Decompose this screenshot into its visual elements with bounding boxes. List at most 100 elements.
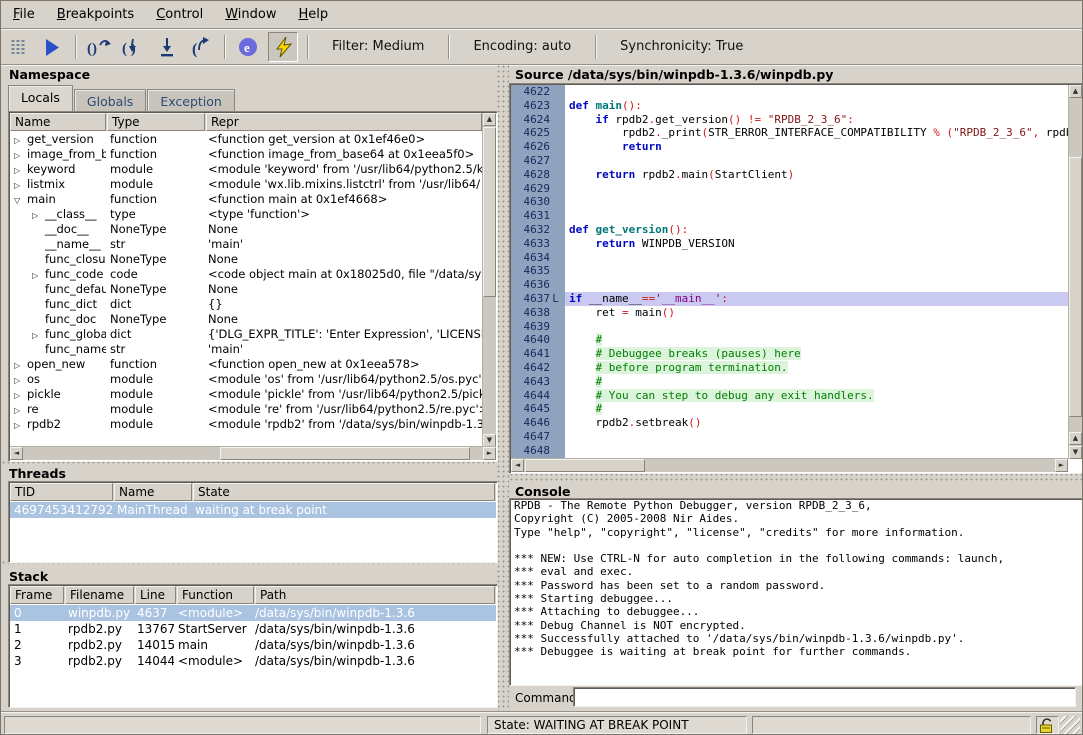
source-line[interactable]: 4630 xyxy=(511,195,1068,209)
resize-grip[interactable] xyxy=(1060,716,1080,735)
namespace-col-type[interactable]: Type xyxy=(107,113,205,131)
source-line[interactable]: 4627 xyxy=(511,154,1068,168)
source-line[interactable]: 4647 xyxy=(511,430,1068,444)
encoding-button[interactable]: e xyxy=(234,33,262,61)
scroll-thumb[interactable] xyxy=(483,127,496,297)
source-line[interactable]: 4629 xyxy=(511,182,1068,196)
namespace-row[interactable]: __name__str'main' xyxy=(10,237,482,252)
collapsed-arrow-icon[interactable]: ▷ xyxy=(32,268,45,282)
namespace-row[interactable]: ▷func_globaldict{'DLG_EXPR_TITLE': 'Ente… xyxy=(10,327,482,342)
source-line[interactable]: 4638 ret = main() xyxy=(511,306,1068,320)
namespace-row[interactable]: ▷remodule<module 're' from '/usr/lib64/p… xyxy=(10,402,482,417)
namespace-row[interactable]: ▷listmixmodule<module 'wx.lib.mixins.lis… xyxy=(10,177,482,192)
scroll-up-arrow[interactable]: ▲ xyxy=(483,113,496,126)
namespace-row[interactable]: ▽mainfunction<function main at 0x1ef4668… xyxy=(10,192,482,207)
namespace-row[interactable]: ▷rpdb2module<module 'rpdb2' from '/data/… xyxy=(10,417,482,432)
source-line[interactable]: 4635 xyxy=(511,264,1068,278)
command-input[interactable] xyxy=(573,687,1076,707)
namespace-row[interactable]: ▷picklemodule<module 'pickle' from '/usr… xyxy=(10,387,482,402)
source-line[interactable]: 4634 xyxy=(511,251,1068,265)
namespace-row[interactable]: __doc__NoneTypeNone xyxy=(10,222,482,237)
stack-col-function[interactable]: Function xyxy=(177,586,254,604)
namespace-col-name[interactable]: Name xyxy=(10,113,106,131)
collapsed-arrow-icon[interactable]: ▷ xyxy=(14,148,27,162)
scroll-left-arrow[interactable]: ◄ xyxy=(511,459,524,472)
tab-locals[interactable]: Locals xyxy=(8,85,73,111)
menu-file[interactable]: File xyxy=(3,3,45,26)
thread-row[interactable]: 46974534127920MainThreadwaiting at break… xyxy=(10,502,496,518)
tab-exception[interactable]: Exception xyxy=(147,89,235,111)
collapsed-arrow-icon[interactable]: ▷ xyxy=(14,403,27,417)
step-out-button[interactable]: ( xyxy=(187,33,215,61)
menu-window[interactable]: Window xyxy=(215,3,286,26)
source-line[interactable]: 4628 return rpdb2.main(StartClient) xyxy=(511,168,1068,182)
namespace-row[interactable]: ▷get_versionfunction<function get_versio… xyxy=(10,132,482,147)
namespace-row[interactable]: ▷keywordmodule<module 'keyword' from '/u… xyxy=(10,162,482,177)
namespace-row[interactable]: func_dictdict{} xyxy=(10,297,482,312)
break-button[interactable] xyxy=(4,33,32,61)
collapsed-arrow-icon[interactable]: ▷ xyxy=(14,163,27,177)
namespace-row[interactable]: ▷func_codecode<code object main at 0x180… xyxy=(10,267,482,282)
threads-col-tid[interactable]: TID xyxy=(10,483,113,501)
scroll-thumb[interactable] xyxy=(1069,157,1082,417)
namespace-row[interactable]: ▷image_from_bfunction<function image_fro… xyxy=(10,147,482,162)
menu-control[interactable]: Control xyxy=(146,3,213,26)
source-line[interactable]: 4642 # before program termination. xyxy=(511,361,1068,375)
source-line[interactable]: 4631 xyxy=(511,209,1068,223)
source-line[interactable]: 4626 return xyxy=(511,140,1068,154)
stack-col-path[interactable]: Path xyxy=(255,586,495,604)
namespace-row[interactable]: ▷__class__type<type 'function'> xyxy=(10,207,482,222)
namespace-row[interactable]: func_docNoneTypeNone xyxy=(10,312,482,327)
source-line[interactable]: 4624 if rpdb2.get_version() != "RPDB_2_3… xyxy=(511,113,1068,127)
source-line[interactable]: 4646 rpdb2.setbreak() xyxy=(511,416,1068,430)
source-line[interactable]: 4643 # xyxy=(511,375,1068,389)
go-button[interactable] xyxy=(38,33,66,61)
scroll-down-arrow[interactable]: ▼ xyxy=(1069,446,1082,459)
scroll-left-arrow[interactable]: ◄ xyxy=(10,447,23,460)
source-line[interactable]: 4640 # xyxy=(511,333,1068,347)
collapsed-arrow-icon[interactable]: ▷ xyxy=(14,418,27,432)
collapsed-arrow-icon[interactable]: ▷ xyxy=(14,133,27,147)
stack-col-frame[interactable]: Frame xyxy=(10,586,64,604)
source-line[interactable]: 4644 # You can step to debug any exit ha… xyxy=(511,389,1068,403)
source-line[interactable]: 4633 return WINPDB_VERSION xyxy=(511,237,1068,251)
scroll-right-arrow[interactable]: ► xyxy=(483,447,496,460)
scroll-thumb[interactable] xyxy=(525,459,645,472)
source-hscrollbar[interactable]: ◄ ► xyxy=(511,458,1068,472)
namespace-row[interactable]: ▷open_newfunction<function open_new at 0… xyxy=(10,357,482,372)
stack-row[interactable]: 3rpdb2.py14044<module>/data/sys/bin/winp… xyxy=(10,653,496,669)
source-line[interactable]: 4641 # Debuggee breaks (pauses) here xyxy=(511,347,1068,361)
source-line[interactable]: 4637Lif __name__=='__main__': xyxy=(511,292,1068,306)
source-line[interactable]: 4648 xyxy=(511,444,1068,458)
console-output[interactable]: RPDB - The Remote Python Debugger, versi… xyxy=(509,498,1083,686)
namespace-row[interactable]: func_namestr'main' xyxy=(10,342,482,357)
scroll-thumb[interactable] xyxy=(220,447,470,460)
tab-globals[interactable]: Globals xyxy=(74,89,146,111)
stack-col-line[interactable]: Line xyxy=(135,586,176,604)
source-line[interactable]: 4636 xyxy=(511,278,1068,292)
namespace-vscrollbar[interactable]: ▲ ▼ xyxy=(482,113,496,447)
stack-row[interactable]: 2rpdb2.py14015main/data/sys/bin/winpdb-1… xyxy=(10,637,496,653)
stack-col-filename[interactable]: Filename xyxy=(65,586,134,604)
threads-col-name[interactable]: Name xyxy=(114,483,192,501)
synchronicity-button[interactable] xyxy=(268,32,298,62)
run-to-line-button[interactable] xyxy=(153,33,181,61)
namespace-hscrollbar[interactable]: ◄ ► xyxy=(10,446,496,460)
source-line[interactable]: 4625 rpdb2._print(STR_ERROR_INTERFACE_CO… xyxy=(511,126,1068,140)
source-line[interactable]: 4645 # xyxy=(511,402,1068,416)
menu-breakpoints[interactable]: Breakpoints xyxy=(47,3,144,26)
source-line[interactable]: 4632def get_version(): xyxy=(511,223,1068,237)
namespace-row[interactable]: func_closurNoneTypeNone xyxy=(10,252,482,267)
source-editor[interactable]: 46224623def main():4624 if rpdb2.get_ver… xyxy=(509,83,1083,474)
collapsed-arrow-icon[interactable]: ▷ xyxy=(14,373,27,387)
namespace-col-repr[interactable]: Repr xyxy=(206,113,482,131)
source-line[interactable]: 4639 xyxy=(511,320,1068,334)
source-line[interactable]: 4623def main(): xyxy=(511,99,1068,113)
expanded-arrow-icon[interactable]: ▽ xyxy=(14,193,27,207)
step-over-button[interactable]: () xyxy=(85,33,113,61)
stack-row[interactable]: 1rpdb2.py13767StartServer/data/sys/bin/w… xyxy=(10,621,496,637)
threads-col-state[interactable]: State xyxy=(193,483,495,501)
namespace-row[interactable]: func_defaulNoneTypeNone xyxy=(10,282,482,297)
collapsed-arrow-icon[interactable]: ▷ xyxy=(32,328,45,342)
collapsed-arrow-icon[interactable]: ▷ xyxy=(14,388,27,402)
